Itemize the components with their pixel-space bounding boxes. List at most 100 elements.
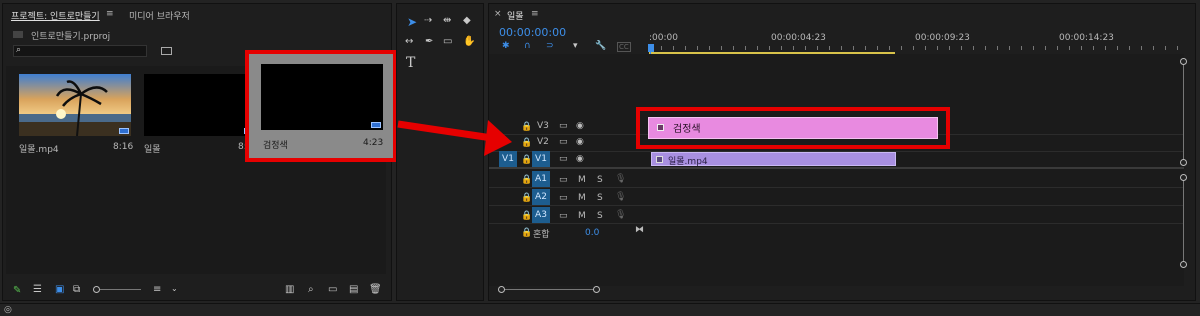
track-label-a1[interactable]: A1: [532, 171, 550, 187]
snap-icon[interactable]: ∩: [524, 41, 531, 51]
search-input[interactable]: ⌕: [13, 45, 147, 57]
mute-button[interactable]: M: [578, 175, 586, 185]
tab-menu-icon[interactable]: ≡: [106, 9, 114, 19]
trash-icon[interactable]: 🗑: [369, 284, 382, 295]
track-label-v1[interactable]: V1: [532, 151, 550, 167]
track-label-v2[interactable]: V2: [537, 137, 549, 147]
linked-selection-icon[interactable]: ⊃: [546, 41, 554, 51]
sync-lock-icon[interactable]: ▭: [559, 193, 568, 203]
ruler-label: 00:00:04:23: [771, 33, 826, 43]
go-to-in-out-icon[interactable]: ⧓: [635, 225, 644, 235]
eye-icon[interactable]: ◉: [576, 137, 584, 147]
thumbnail-black[interactable]: [261, 64, 383, 130]
find-icon[interactable]: ⌕: [308, 284, 314, 295]
horizontal-scrollbar[interactable]: [501, 289, 597, 290]
pencil-icon[interactable]: ✎: [13, 285, 21, 296]
rectangle-tool-icon[interactable]: ▭: [443, 36, 452, 47]
new-bin-icon[interactable]: ▭: [328, 284, 337, 295]
track-select-tool-icon[interactable]: ⇢: [424, 15, 432, 26]
video-badge-icon: [119, 128, 129, 134]
close-icon[interactable]: ×: [494, 9, 502, 19]
scroll-handle[interactable]: [1180, 58, 1187, 65]
eye-settings-icon[interactable]: ◎: [4, 305, 12, 315]
sync-lock-icon[interactable]: ▭: [559, 154, 568, 164]
sync-lock-icon[interactable]: ▭: [559, 121, 568, 131]
automate-to-sequence-icon[interactable]: ▥: [285, 284, 294, 295]
eye-icon[interactable]: ◉: [576, 121, 584, 131]
lock-icon[interactable]: 🔒: [521, 193, 532, 203]
clip-black[interactable]: 검정색: [648, 117, 938, 139]
solo-button[interactable]: S: [597, 211, 603, 221]
sunset-image: [19, 74, 131, 136]
arrow-head: [484, 120, 512, 156]
sync-lock-icon[interactable]: ▭: [559, 137, 568, 147]
scroll-handle[interactable]: [1180, 159, 1187, 166]
scroll-handle[interactable]: [1180, 174, 1187, 181]
mute-button[interactable]: M: [578, 193, 586, 203]
lock-icon[interactable]: 🔒: [521, 138, 532, 148]
time-ruler[interactable]: :00:00 00:00:04:23 00:00:09:23 00:00:14:…: [649, 30, 1187, 54]
mix-value[interactable]: 0.0: [585, 228, 599, 238]
project-file-name: 인트로만들기.prproj: [31, 32, 111, 42]
tab-project[interactable]: 프로젝트: 인트로만들기: [11, 9, 100, 22]
tab-sequence[interactable]: 일몰: [507, 9, 524, 22]
playhead-handle[interactable]: [648, 44, 654, 52]
ripple-edit-tool-icon[interactable]: ⇹: [443, 15, 451, 26]
eye-icon[interactable]: ◉: [576, 154, 584, 164]
track-label-a2[interactable]: A2: [532, 189, 550, 205]
mute-button[interactable]: M: [578, 211, 586, 221]
microphone-icon[interactable]: 🎙: [615, 192, 626, 202]
microphone-icon[interactable]: 🎙: [615, 210, 626, 220]
sort-icon[interactable]: ≡: [153, 284, 161, 295]
captions-icon[interactable]: CC: [617, 42, 631, 52]
tab-media-browser[interactable]: 미디어 브라우저: [129, 9, 190, 22]
scroll-handle[interactable]: [1180, 261, 1187, 268]
list-view-icon[interactable]: ☰: [33, 284, 42, 295]
track-label-a3[interactable]: A3: [532, 207, 550, 223]
icon-view-icon[interactable]: ▣: [55, 284, 64, 295]
clip-label: 검정색: [673, 124, 701, 135]
track-a1: [489, 170, 1184, 188]
timecode-display[interactable]: 00:00:00:00: [499, 26, 566, 39]
sync-lock-icon[interactable]: ▭: [559, 175, 568, 185]
vertical-scrollbar-video[interactable]: [1183, 62, 1184, 162]
track-label-v3[interactable]: V3: [537, 121, 549, 131]
thumbnail-sequence[interactable]: [144, 74, 256, 136]
tab-menu-icon[interactable]: ≡: [531, 9, 539, 19]
lock-icon[interactable]: 🔒: [521, 122, 532, 132]
zoom-slider[interactable]: [93, 286, 141, 293]
lock-icon[interactable]: 🔒: [521, 211, 532, 221]
clip-label: 일몰.mp4: [668, 157, 708, 167]
selection-tool-icon[interactable]: ➤: [407, 15, 417, 29]
new-bin-from-search-icon[interactable]: [161, 47, 172, 55]
thumbnail-sunset[interactable]: [19, 74, 131, 136]
wrench-icon[interactable]: 🔧: [595, 41, 606, 51]
item-name: 일몰.mp4: [19, 145, 59, 155]
new-item-icon[interactable]: ▤: [349, 284, 358, 295]
scroll-handle[interactable]: [498, 286, 505, 293]
clip-sunset[interactable]: 일몰.mp4: [651, 152, 896, 167]
lock-icon[interactable]: 🔒: [521, 155, 532, 165]
sync-lock-icon[interactable]: ▭: [559, 211, 568, 221]
microphone-icon[interactable]: 🎙: [615, 174, 626, 184]
type-tool-icon[interactable]: T: [406, 55, 415, 71]
slip-tool-icon[interactable]: ↔: [405, 36, 413, 47]
zoom-slider-handle[interactable]: [93, 286, 100, 293]
freeform-view-icon[interactable]: ⧉: [73, 284, 80, 295]
razor-tool-icon[interactable]: ◆: [463, 15, 471, 26]
nest-icon[interactable]: ✱: [502, 41, 510, 51]
lock-icon[interactable]: 🔒: [521, 228, 532, 238]
marker-icon[interactable]: ▾: [573, 41, 578, 51]
solo-button[interactable]: S: [597, 193, 603, 203]
pen-tool-icon[interactable]: ✒: [425, 36, 433, 47]
solo-button[interactable]: S: [597, 175, 603, 185]
highlighted-item-callout: 검정색 4:23: [245, 50, 397, 162]
lock-icon[interactable]: 🔒: [521, 175, 532, 185]
vertical-scrollbar-audio[interactable]: [1183, 178, 1184, 262]
item-name: 검정색: [263, 141, 288, 151]
scroll-handle[interactable]: [593, 286, 600, 293]
folder-icon: [13, 31, 23, 38]
mix-label: 혼합: [533, 230, 550, 240]
chevron-down-icon[interactable]: ⌄: [171, 284, 178, 293]
hand-tool-icon[interactable]: ✋: [463, 36, 475, 47]
